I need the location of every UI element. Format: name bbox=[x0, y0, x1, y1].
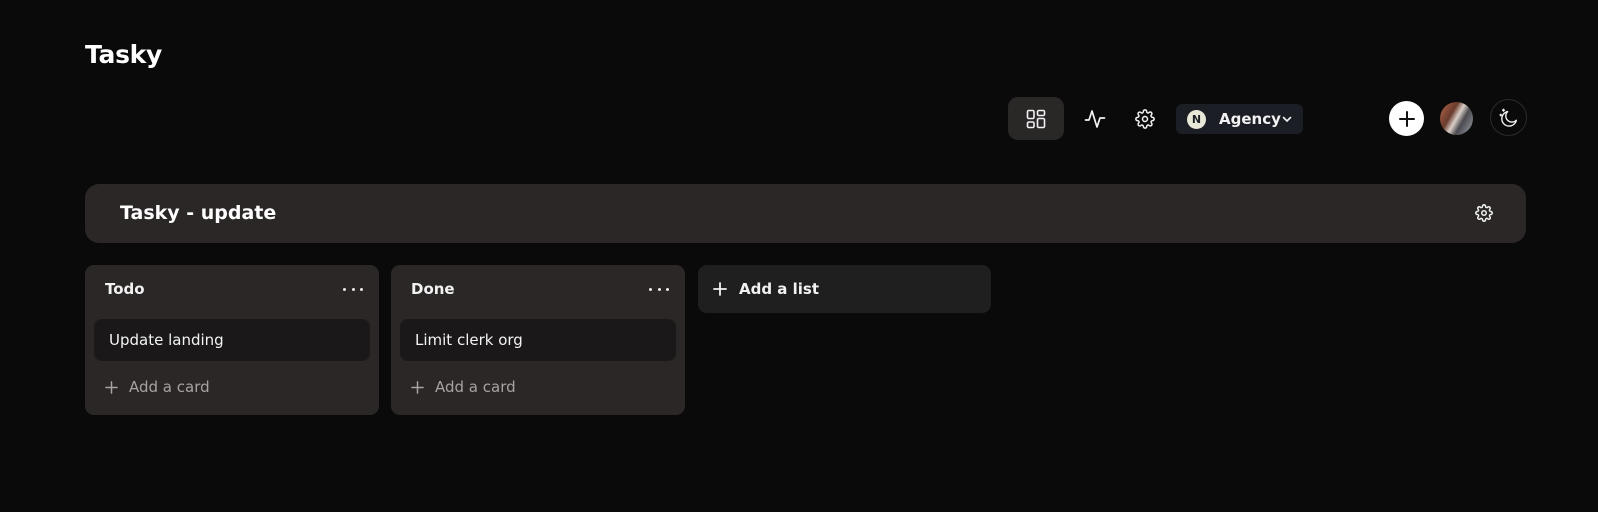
plus-icon bbox=[105, 380, 118, 394]
add-button[interactable] bbox=[1389, 101, 1424, 136]
moon-stars-icon bbox=[1498, 108, 1517, 127]
theme-toggle-button[interactable] bbox=[1490, 99, 1527, 136]
plus-icon bbox=[411, 380, 424, 394]
avatar[interactable] bbox=[1440, 102, 1473, 135]
activity-icon bbox=[1084, 109, 1106, 128]
list-todo: Todo Update landing Add a card bbox=[85, 265, 379, 415]
add-card-label: Add a card bbox=[435, 378, 516, 396]
board-icon bbox=[1026, 109, 1046, 128]
add-card-label: Add a card bbox=[129, 378, 210, 396]
add-list-label: Add a list bbox=[739, 280, 820, 298]
board-view-button[interactable] bbox=[1008, 97, 1064, 140]
org-logo: N bbox=[1187, 109, 1206, 129]
board-settings-gear-icon[interactable] bbox=[1475, 204, 1493, 222]
card[interactable]: Limit clerk org bbox=[400, 319, 676, 361]
plus-icon bbox=[713, 282, 727, 296]
more-options-icon[interactable] bbox=[649, 283, 669, 295]
toolbar: N Agency bbox=[0, 97, 1598, 141]
app-title: Tasky bbox=[85, 40, 163, 69]
plus-icon bbox=[1398, 110, 1415, 127]
gear-icon bbox=[1135, 108, 1155, 129]
settings-button[interactable] bbox=[1124, 97, 1166, 140]
board-header: Tasky - update bbox=[85, 184, 1526, 243]
org-name: Agency bbox=[1219, 110, 1281, 128]
board-title: Tasky - update bbox=[120, 202, 277, 224]
org-switcher[interactable]: N Agency bbox=[1176, 104, 1303, 134]
list-done: Done Limit clerk org Add a card bbox=[391, 265, 685, 415]
add-card-button[interactable]: Add a card bbox=[105, 378, 210, 396]
list-title: Todo bbox=[105, 280, 145, 298]
add-list-button[interactable]: Add a list bbox=[698, 265, 991, 313]
list-title: Done bbox=[411, 280, 455, 298]
card[interactable]: Update landing bbox=[94, 319, 370, 361]
activity-button[interactable] bbox=[1074, 97, 1116, 140]
chevron-down-icon bbox=[1281, 113, 1293, 125]
more-options-icon[interactable] bbox=[343, 283, 363, 295]
add-card-button[interactable]: Add a card bbox=[411, 378, 516, 396]
